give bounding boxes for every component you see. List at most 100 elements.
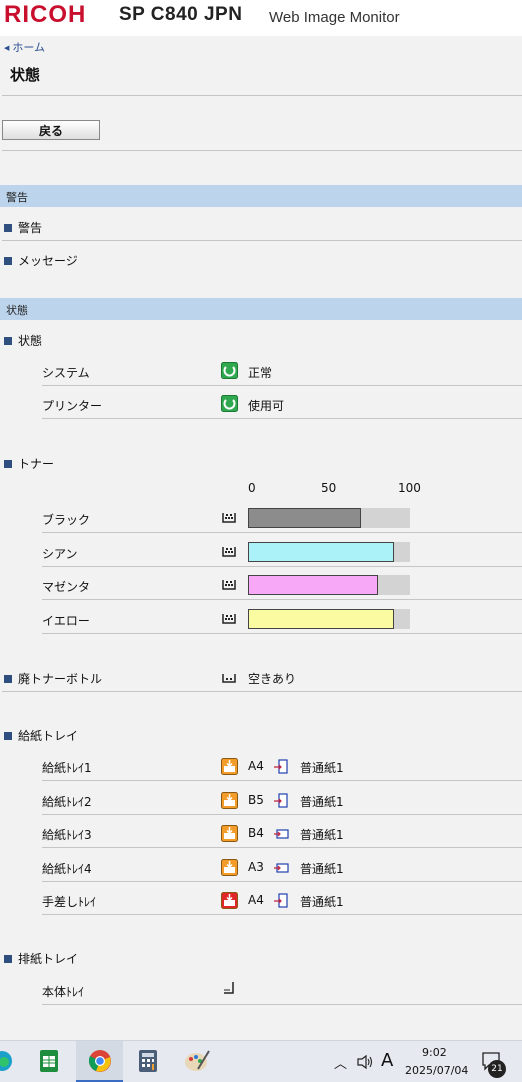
tray-paper-type: 普通紙1 (300, 828, 344, 842)
tray-label: 給紙ﾄﾚｲ3 (42, 828, 92, 842)
toner-label: ブラック (42, 513, 91, 527)
toner-level-fill (248, 609, 394, 629)
section-header-status: 状態 (0, 298, 522, 320)
toner-heading: トナー (4, 455, 54, 472)
item-label: トナー (18, 457, 55, 471)
tray-label: 手差しﾄﾚｲ (42, 895, 97, 909)
notification-badge: 21 (488, 1060, 506, 1078)
paint-icon[interactable] (184, 1049, 210, 1073)
toner-label: マゼンタ (42, 580, 91, 594)
toner-cartridge-icon (222, 513, 236, 523)
bullet-square-icon (4, 224, 12, 232)
section-title: 状態 (6, 304, 28, 317)
tray-paper-size: B5 (248, 793, 264, 807)
divider (42, 1004, 522, 1005)
divider (2, 240, 522, 241)
toner-scale-0: 0 (248, 481, 256, 495)
tray-paper-size: B4 (248, 826, 264, 840)
paper-portrait-icon (274, 759, 288, 774)
divider (2, 150, 522, 151)
output-tray-icon (224, 982, 234, 994)
tray-label: 給紙ﾄﾚｲ4 (42, 862, 92, 876)
tray-paper-type: 普通紙1 (300, 895, 344, 909)
bypass-tray-icon (221, 892, 238, 909)
ricoh-logo: RICOH (4, 1, 87, 28)
divider (2, 95, 522, 96)
tray-paper-type: 普通紙1 (300, 761, 344, 775)
item-label: 状態 (18, 334, 43, 348)
waste-toner-value: 空きあり (248, 672, 297, 686)
clock-date[interactable]: 2025/07/04 (405, 1064, 468, 1077)
toner-label: シアン (42, 547, 78, 561)
bullet-square-icon (4, 675, 12, 683)
output-tray-heading: 排紙トレイ (4, 950, 78, 967)
waste-toner-heading: 廃トナーボトル (4, 670, 102, 687)
item-label: 給紙トレイ (18, 729, 79, 743)
chrome-active-tab[interactable] (76, 1041, 123, 1082)
os-taskbar: ︿ A 9:02 2025/07/04 21 (0, 1040, 522, 1082)
breadcrumb-home-link[interactable]: ◀ ホーム (4, 39, 45, 55)
toner-cartridge-icon (222, 580, 236, 590)
section-header-alerts: 警告 (0, 185, 522, 207)
waste-toner-bottle-icon (222, 674, 236, 683)
tray-icon (221, 758, 238, 775)
bullet-square-icon (4, 460, 12, 468)
clock-time[interactable]: 9:02 (422, 1046, 447, 1059)
toner-scale-100: 100 (398, 481, 421, 495)
divider (42, 532, 522, 533)
status-group-heading: 状態 (4, 332, 42, 349)
chevron-up-icon[interactable]: ︿ (334, 1053, 347, 1072)
ime-indicator[interactable]: A (381, 1050, 393, 1071)
tray-icon (221, 792, 238, 809)
triangle-left-icon: ◀ (4, 44, 10, 52)
tray-label: 給紙ﾄﾚｲ1 (42, 761, 92, 775)
alert-item-message[interactable]: メッセージ (4, 252, 78, 269)
divider (42, 914, 522, 915)
paper-tray-heading: 給紙トレイ (4, 727, 78, 744)
tray-label: 給紙ﾄﾚｲ2 (42, 795, 92, 809)
divider (42, 633, 522, 634)
back-button[interactable]: 戻る (2, 120, 100, 140)
tray-paper-type: 普通紙1 (300, 795, 344, 809)
model-name: SP C840 JPN (119, 4, 243, 25)
toner-level-bar (248, 609, 410, 629)
calculator-icon[interactable] (137, 1049, 159, 1073)
divider (42, 847, 522, 848)
home-link-label: ホーム (12, 41, 46, 54)
page-title: 状態 (10, 66, 41, 84)
tray-icon (221, 859, 238, 876)
toner-scale-50: 50 (321, 481, 337, 495)
sheets-icon[interactable] (38, 1049, 60, 1073)
section-title: 警告 (6, 191, 28, 204)
toner-level-fill (248, 542, 394, 562)
item-label: 排紙トレイ (18, 952, 79, 966)
speaker-icon[interactable] (356, 1054, 374, 1070)
system-label: システム (42, 366, 90, 380)
status-ok-icon (221, 362, 238, 379)
item-label: 警告 (18, 221, 43, 235)
output-tray-label: 本体ﾄﾚｲ (42, 985, 85, 999)
divider (42, 881, 522, 882)
tray-paper-size: A3 (248, 860, 264, 874)
divider (2, 691, 522, 692)
bullet-square-icon (4, 337, 12, 345)
edge-icon[interactable] (0, 1049, 14, 1073)
tray-paper-type: 普通紙1 (300, 862, 344, 876)
status-ok-icon (221, 395, 238, 412)
bullet-square-icon (4, 257, 12, 265)
divider (42, 418, 522, 419)
toner-level-bar (248, 575, 410, 595)
chrome-icon (88, 1050, 111, 1072)
divider (42, 814, 522, 815)
toner-level-bar (248, 542, 410, 562)
divider (42, 385, 522, 386)
bullet-square-icon (4, 732, 12, 740)
printer-status-value: 使用可 (248, 399, 285, 413)
paper-portrait-icon (274, 793, 288, 808)
printer-label: プリンター (42, 399, 103, 413)
divider (42, 599, 522, 600)
bullet-square-icon (4, 955, 12, 963)
toner-level-fill (248, 575, 378, 595)
alert-item-warning[interactable]: 警告 (4, 219, 42, 236)
item-label: メッセージ (18, 254, 78, 268)
